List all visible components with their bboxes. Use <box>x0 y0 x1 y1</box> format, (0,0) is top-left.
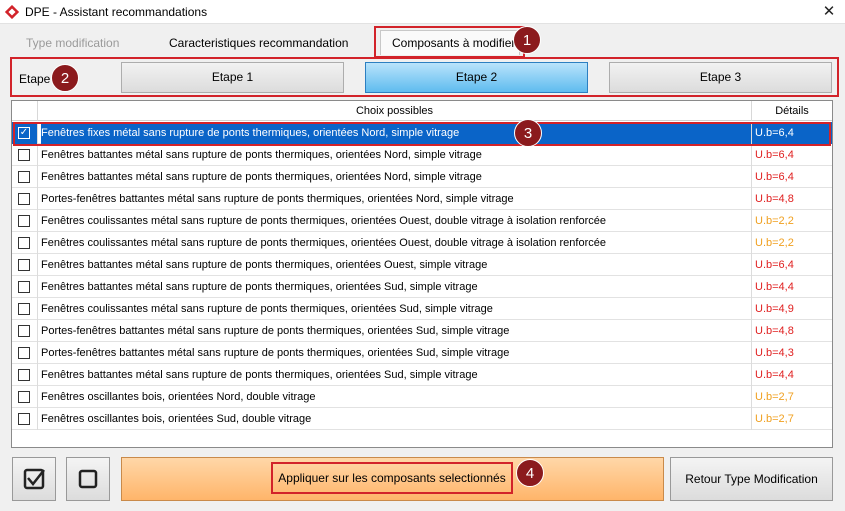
etape-3-button[interactable]: Etape 3 <box>609 62 832 93</box>
checked-checkbox[interactable]: ✓ <box>18 127 30 139</box>
annotation-badge-4: 4 <box>516 459 544 487</box>
table-row[interactable]: ✓ Fenêtres fixes métal sans rupture de po… <box>12 122 832 144</box>
row-checkbox-cell <box>12 144 38 166</box>
table-row[interactable]: Fenêtres coulissantes métal sans rupture… <box>12 232 832 254</box>
row-checkbox[interactable] <box>18 325 30 337</box>
row-checkbox-cell <box>12 320 38 342</box>
etape-label: Etape <box>19 72 51 86</box>
row-checkbox-cell: ✓ <box>12 122 38 144</box>
row-choice-text: Portes-fenêtres battantes métal sans rup… <box>41 320 752 342</box>
window-title: DPE - Assistant recommandations <box>25 5 208 19</box>
row-choice-text: Fenêtres battantes métal sans rupture de… <box>41 254 752 276</box>
row-checkbox-cell <box>12 188 38 210</box>
row-detail-value: U.b=6,4 <box>755 127 794 139</box>
apply-button-label[interactable]: Appliquer sur les composants selectionné… <box>271 462 513 494</box>
check-all-icon <box>23 468 45 490</box>
row-checkbox[interactable] <box>18 237 30 249</box>
row-checkbox-cell <box>12 298 38 320</box>
row-checkbox[interactable] <box>18 391 30 403</box>
row-choice-text: Fenêtres oscillantes bois, orientées Nor… <box>41 386 752 408</box>
row-checkbox[interactable] <box>18 259 30 271</box>
row-detail-value: U.b=6,4 <box>755 259 794 271</box>
row-checkbox-cell <box>12 408 38 430</box>
row-checkbox[interactable] <box>18 149 30 161</box>
grid-header: Choix possibles Détails <box>12 101 832 121</box>
choices-grid[interactable]: Choix possibles Détails ✓ Fenêtres fixes … <box>11 100 833 448</box>
row-checkbox[interactable] <box>18 303 30 315</box>
header-choix-possibles[interactable]: Choix possibles <box>38 101 752 121</box>
row-choice-text: Fenêtres fixes métal sans rupture de pon… <box>41 122 752 144</box>
row-detail-value: U.b=4,9 <box>755 303 794 315</box>
row-detail-value: U.b=4,3 <box>755 347 794 359</box>
header-details[interactable]: Détails <box>752 101 832 121</box>
row-choice-text: Fenêtres oscillantes bois, orientées Sud… <box>41 408 752 430</box>
row-checkbox-cell <box>12 254 38 276</box>
row-detail-value: U.b=2,2 <box>755 215 794 227</box>
annotation-badge-3: 3 <box>514 119 542 147</box>
row-detail-value: U.b=4,4 <box>755 281 794 293</box>
tab-caracteristiques-recommandation[interactable]: Caracteristiques recommandation <box>169 33 348 53</box>
table-row[interactable]: Fenêtres battantes métal sans rupture de… <box>12 166 832 188</box>
row-checkbox[interactable] <box>18 281 30 293</box>
row-choice-text: Fenêtres coulissantes métal sans rupture… <box>41 298 752 320</box>
table-row[interactable]: Fenêtres oscillantes bois, orientées Sud… <box>12 408 832 430</box>
tab-composants-label[interactable]: Composants à modifier <box>392 34 515 52</box>
table-row[interactable]: Portes-fenêtres battantes métal sans rup… <box>12 188 832 210</box>
row-choice-text: Fenêtres battantes métal sans rupture de… <box>41 276 752 298</box>
row-checkbox-cell <box>12 276 38 298</box>
table-row[interactable]: Fenêtres coulissantes métal sans rupture… <box>12 298 832 320</box>
tab-type-modification[interactable]: Type modification <box>26 33 119 53</box>
etape-1-button[interactable]: Etape 1 <box>121 62 344 93</box>
table-row[interactable]: Fenêtres battantes métal sans rupture de… <box>12 254 832 276</box>
row-detail-value: U.b=6,4 <box>755 149 794 161</box>
row-checkbox-cell <box>12 342 38 364</box>
header-checkbox-column <box>12 101 38 121</box>
row-checkbox-cell <box>12 386 38 408</box>
row-checkbox[interactable] <box>18 347 30 359</box>
row-checkbox-cell <box>12 210 38 232</box>
annotation-badge-1: 1 <box>513 26 541 54</box>
row-detail-value: U.b=2,7 <box>755 413 794 425</box>
row-choice-text: Fenêtres battantes métal sans rupture de… <box>41 364 752 386</box>
table-row[interactable]: Fenêtres battantes métal sans rupture de… <box>12 364 832 386</box>
table-row[interactable]: Portes-fenêtres battantes métal sans rup… <box>12 342 832 364</box>
row-choice-text: Fenêtres battantes métal sans rupture de… <box>41 144 752 166</box>
row-choice-text: Fenêtres coulissantes métal sans rupture… <box>41 210 752 232</box>
table-row[interactable]: Fenêtres battantes métal sans rupture de… <box>12 144 832 166</box>
row-detail-value: U.b=4,8 <box>755 193 794 205</box>
row-detail-value: U.b=6,4 <box>755 171 794 183</box>
table-row[interactable]: Fenêtres oscillantes bois, orientées Nor… <box>12 386 832 408</box>
table-row[interactable]: Fenêtres battantes métal sans rupture de… <box>12 276 832 298</box>
annotation-badge-2: 2 <box>51 64 79 92</box>
close-button[interactable]: ✕ <box>819 2 839 22</box>
uncheck-all-icon <box>78 469 98 489</box>
row-choice-text: Fenêtres battantes métal sans rupture de… <box>41 166 752 188</box>
row-choice-text: Portes-fenêtres battantes métal sans rup… <box>41 342 752 364</box>
check-all-button[interactable] <box>12 457 56 501</box>
row-detail-value: U.b=2,2 <box>755 237 794 249</box>
return-type-modification-button[interactable]: Retour Type Modification <box>670 457 833 501</box>
row-choice-text: Fenêtres coulissantes métal sans rupture… <box>41 232 752 254</box>
row-checkbox-cell <box>12 232 38 254</box>
row-checkbox[interactable] <box>18 215 30 227</box>
title-bar: DPE - Assistant recommandations ✕ <box>0 0 845 24</box>
row-checkbox-cell <box>12 166 38 188</box>
row-detail-value: U.b=4,4 <box>755 369 794 381</box>
row-detail-value: U.b=2,7 <box>755 391 794 403</box>
app-logo-icon <box>5 5 19 19</box>
row-checkbox[interactable] <box>18 171 30 183</box>
row-checkbox[interactable] <box>18 369 30 381</box>
row-checkbox[interactable] <box>18 413 30 425</box>
etape-2-button[interactable]: Etape 2 <box>365 62 588 93</box>
row-choice-text: Portes-fenêtres battantes métal sans rup… <box>41 188 752 210</box>
uncheck-all-button[interactable] <box>66 457 110 501</box>
row-checkbox-cell <box>12 364 38 386</box>
row-checkbox[interactable] <box>18 193 30 205</box>
table-row[interactable]: Portes-fenêtres battantes métal sans rup… <box>12 320 832 342</box>
row-detail-value: U.b=4,8 <box>755 325 794 337</box>
table-row[interactable]: Fenêtres coulissantes métal sans rupture… <box>12 210 832 232</box>
